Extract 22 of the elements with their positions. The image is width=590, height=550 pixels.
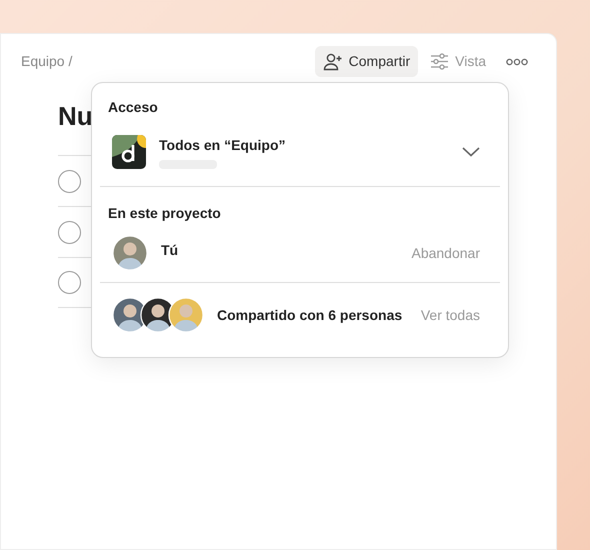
avatar-icon (168, 297, 204, 333)
more-icon (506, 58, 528, 66)
task-checkbox[interactable] (58, 271, 81, 294)
option-label: Todos en “Equipo” (159, 136, 286, 155)
task-checkbox[interactable] (58, 220, 81, 244)
view-button[interactable]: Vista (422, 46, 494, 77)
section-heading: En este proyecto (107, 204, 222, 223)
member-name: Tú (161, 240, 178, 260)
access-option[interactable]: Todos en “Equipo” (100, 118, 500, 186)
task-checkbox[interactable] (58, 170, 81, 192)
page-title: Nu (58, 103, 93, 129)
share-button[interactable]: Compartir (314, 46, 418, 77)
workspace-logo-icon (112, 135, 146, 169)
view-all-link[interactable]: Ver todas (420, 304, 480, 326)
add-person-icon (322, 52, 343, 70)
leave-link[interactable]: Abandonar (411, 242, 480, 264)
chevron-down-icon (462, 147, 480, 157)
avatar-icon (112, 235, 148, 271)
section-heading: Acceso (107, 98, 159, 117)
sliders-icon (430, 53, 450, 70)
member-name: Compartido con 6 personas (217, 306, 402, 325)
breadcrumb[interactable]: Equipo / (21, 51, 72, 72)
